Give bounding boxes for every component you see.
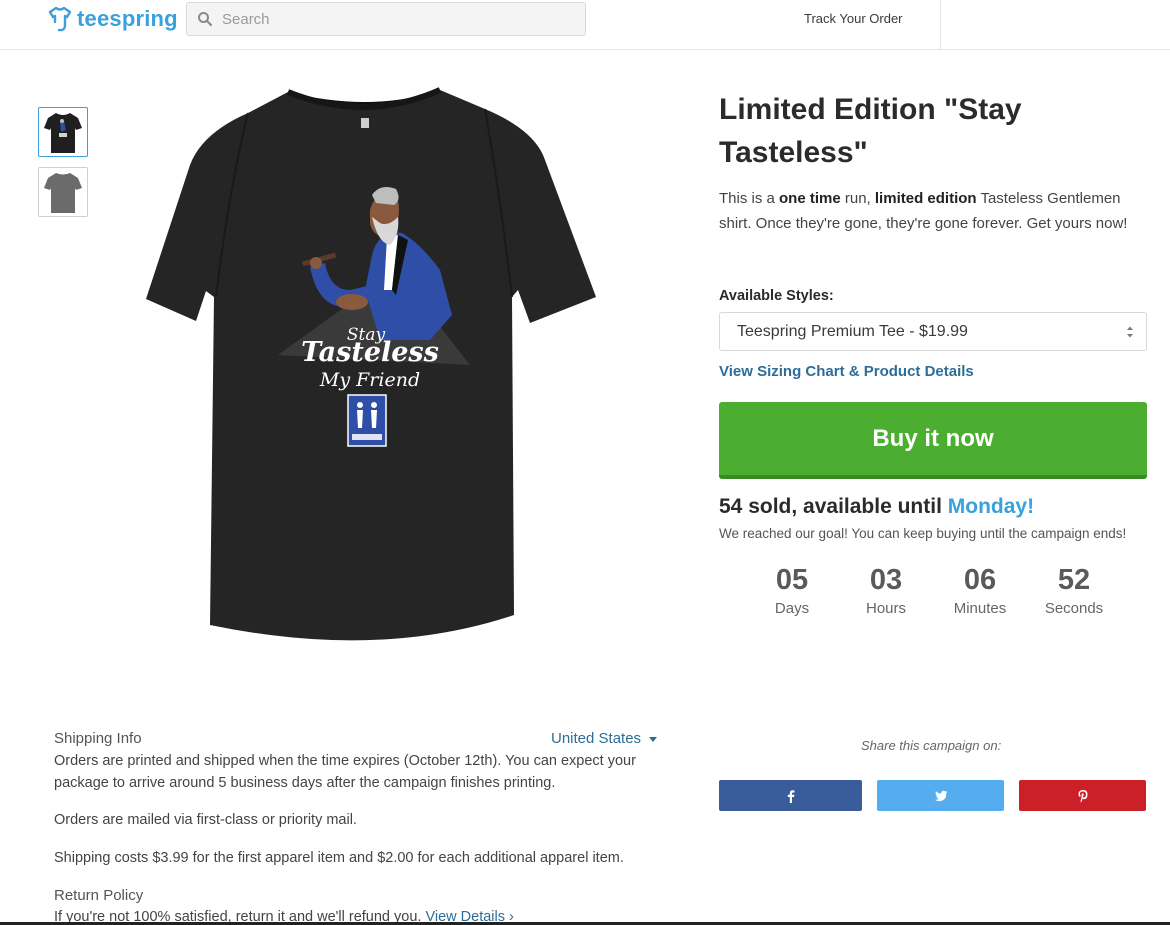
site-header: teespring Track Your Order xyxy=(0,0,1170,50)
share-facebook-button[interactable] xyxy=(719,780,862,811)
shirt-text-tasteless: Tasteless xyxy=(301,337,439,368)
thumbnail-back[interactable] xyxy=(38,167,88,217)
selected-style-value: Teespring Premium Tee - $19.99 xyxy=(737,322,968,340)
select-arrows-icon xyxy=(1127,326,1133,338)
shipping-info-heading: Shipping Info xyxy=(54,730,142,747)
countdown-seconds: 52 Seconds xyxy=(1044,564,1104,617)
country-dropdown[interactable]: United States xyxy=(551,730,658,747)
return-policy-heading: Return Policy xyxy=(54,887,144,904)
share-pinterest-button[interactable] xyxy=(1019,780,1146,811)
thumbnail-front[interactable] xyxy=(38,107,88,157)
search-bar[interactable] xyxy=(186,2,586,36)
countdown-days: 05 Days xyxy=(774,564,810,617)
product-shirt-image: Stay Tasteless My Friend xyxy=(146,87,596,641)
goal-reached-text: We reached our goal! You can keep buying… xyxy=(719,526,1127,541)
sizing-chart-link[interactable]: View Sizing Chart & Product Details xyxy=(719,363,974,380)
style-select[interactable]: Teespring Premium Tee - $19.99 xyxy=(719,312,1147,351)
sold-count-text: 54 sold, available until Monday! xyxy=(719,495,1035,518)
teespring-logo[interactable]: teespring xyxy=(46,5,178,33)
campaign-end-day: Monday! xyxy=(947,495,1035,518)
countdown-hours: 03 Hours xyxy=(865,564,906,617)
header-divider xyxy=(940,0,941,49)
available-styles-label: Available Styles: xyxy=(719,288,834,304)
shipping-paragraph: Orders are printed and shipped when the … xyxy=(54,753,636,791)
buy-now-button[interactable]: Buy it now xyxy=(719,402,1147,479)
countdown-timer: 05 Days 03 Hours 06 Minutes 52 Seconds xyxy=(745,562,1121,617)
product-description: This is a one time run, limited edition … xyxy=(719,190,1128,232)
tshirt-logo-icon xyxy=(48,6,72,32)
search-input[interactable] xyxy=(222,10,562,28)
shipping-paragraph: Orders are mailed via first-class or pri… xyxy=(54,812,357,828)
product-title: Limited Edition "Stay Tasteless" xyxy=(719,93,1022,169)
country-value: United States xyxy=(551,730,642,747)
pinterest-icon xyxy=(1078,789,1087,803)
share-twitter-button[interactable] xyxy=(877,780,1004,811)
search-icon xyxy=(198,12,213,27)
twitter-icon xyxy=(934,790,947,801)
countdown-minutes: 06 Minutes xyxy=(953,564,1007,617)
shirt-text-my-friend: My Friend xyxy=(319,369,420,391)
share-label: Share this campaign on: xyxy=(861,738,1002,753)
track-order-link[interactable]: Track Your Order xyxy=(804,11,903,26)
gray-shirt-thumbnail-icon xyxy=(44,173,82,213)
caret-down-icon xyxy=(649,737,658,742)
logo-text: teespring xyxy=(77,6,178,31)
black-shirt-thumbnail-icon xyxy=(44,113,82,153)
shipping-paragraph: Shipping costs $3.99 for the first appar… xyxy=(54,850,624,866)
facebook-icon xyxy=(787,789,794,803)
